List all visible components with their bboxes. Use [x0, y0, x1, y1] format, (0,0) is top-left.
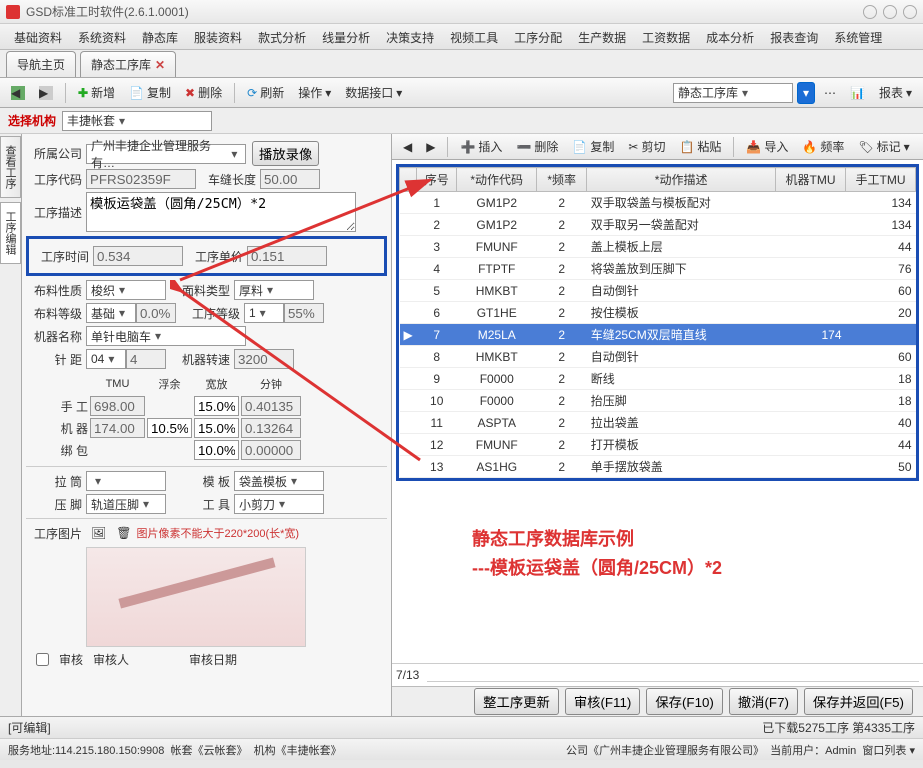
- nav-back-button[interactable]: ◀: [6, 83, 30, 103]
- r-nav-fwd[interactable]: ▶: [421, 137, 440, 157]
- table-row[interactable]: 10F00002抬压脚18: [400, 390, 916, 412]
- close-icon[interactable]: ✕: [155, 58, 165, 72]
- freq-button[interactable]: 🔥频率: [797, 135, 849, 158]
- table-row[interactable]: ▶7M25LA2车缝25CM双层暗直线174: [400, 324, 916, 346]
- menu-系统管理[interactable]: 系统管理: [826, 24, 890, 49]
- update-all-button[interactable]: 整工序更新: [474, 688, 559, 715]
- grid-opts-button[interactable]: ⋯: [819, 83, 841, 103]
- foot-combo[interactable]: 轨道压脚▾: [86, 494, 166, 514]
- table-row[interactable]: 2GM1P22双手取另一袋盖配对134: [400, 214, 916, 236]
- table-row[interactable]: 11ASPTA2拉出袋盖40: [400, 412, 916, 434]
- clear-image-button[interactable]: 🗑: [111, 523, 136, 543]
- audit-checkbox[interactable]: [36, 653, 49, 666]
- company-combo[interactable]: 广州丰捷企业管理服务有…▾: [86, 144, 246, 164]
- cancel-button[interactable]: 撤消(F7): [729, 688, 798, 715]
- machine-combo[interactable]: 单针电脑车▾: [86, 326, 246, 346]
- menu-视频工具[interactable]: 视频工具: [442, 24, 506, 49]
- menu-线量分析[interactable]: 线量分析: [314, 24, 378, 49]
- mark-button[interactable]: 🏷标记 ▾: [853, 135, 914, 158]
- copy-button[interactable]: 📄复制: [124, 81, 176, 104]
- org-combo[interactable]: 丰捷帐套▾: [62, 111, 212, 131]
- table-row[interactable]: 5HMKBT2自动倒针60: [400, 280, 916, 302]
- menu-成本分析[interactable]: 成本分析: [698, 24, 762, 49]
- template-combo[interactable]: 袋盖模板▾: [234, 471, 324, 491]
- proc-level-combo[interactable]: 1▾: [244, 303, 284, 323]
- audit-button[interactable]: 审核(F11): [565, 688, 641, 715]
- maximize-button[interactable]: [883, 5, 897, 19]
- r-copy-button[interactable]: 📄复制: [567, 135, 619, 158]
- paste-button[interactable]: 📋粘贴: [674, 135, 726, 158]
- tmu-table: TMU浮余宽放分钟 手 工 机 器 绑 包: [26, 372, 303, 462]
- time-input: [93, 246, 183, 266]
- save-return-button[interactable]: 保存并返回(F5): [804, 688, 913, 715]
- menu-服装资料[interactable]: 服装资料: [186, 24, 250, 49]
- table-row[interactable]: 3FMUNF2盖上模板上层44: [400, 236, 916, 258]
- close-button[interactable]: [903, 5, 917, 19]
- table-row[interactable]: 9F00002断线18: [400, 368, 916, 390]
- annotation: 静态工序数据库示例 ---模板运袋盖（圆角/25CM）*2: [392, 485, 923, 583]
- cut-button[interactable]: ✂剪切: [623, 135, 670, 158]
- table-row[interactable]: 12FMUNF2打开模板44: [400, 434, 916, 456]
- edit-status: [可编辑]: [8, 719, 51, 736]
- chart-button[interactable]: 📊: [845, 83, 870, 103]
- drum-combo[interactable]: ▾: [86, 471, 166, 491]
- delete-button[interactable]: ✖删除: [180, 81, 227, 104]
- tool-combo[interactable]: 小剪刀▾: [234, 494, 324, 514]
- facetype-combo[interactable]: 厚料▾: [234, 280, 314, 300]
- menu-款式分析[interactable]: 款式分析: [250, 24, 314, 49]
- menu-基础资料[interactable]: 基础资料: [6, 24, 70, 49]
- sidetab-edit[interactable]: 工序编辑: [0, 202, 21, 264]
- r-delete-button[interactable]: ➖删除: [511, 135, 563, 158]
- play-record-button[interactable]: 播放录像: [252, 141, 319, 166]
- import-button[interactable]: 📥导入: [741, 135, 793, 158]
- menu-工资数据[interactable]: 工资数据: [634, 24, 698, 49]
- code-input: [86, 169, 196, 189]
- download-status: 已下载5275工序 第4335工序: [762, 719, 915, 736]
- seam-length-input: [260, 169, 320, 189]
- insert-button[interactable]: ➕插入: [455, 135, 507, 158]
- level-combo[interactable]: 基础▾: [86, 303, 136, 323]
- sidetab-view[interactable]: 查看工序: [0, 136, 21, 198]
- page-indicator: 7/13: [396, 668, 419, 682]
- table-row[interactable]: 4FTPTF2将袋盖放到压脚下76: [400, 258, 916, 280]
- action-grid[interactable]: 序号 *动作代码 *频率 *动作描述 机器TMU 手工TMU 1GM1P22双手…: [399, 167, 916, 478]
- nav-fwd-button[interactable]: ▶: [34, 83, 58, 103]
- search-button[interactable]: ▾: [797, 82, 815, 104]
- table-row[interactable]: 8HMKBT2自动倒针60: [400, 346, 916, 368]
- menu-系统资料[interactable]: 系统资料: [70, 24, 134, 49]
- tab-static-lib[interactable]: 静态工序库✕: [80, 51, 176, 77]
- price-input: [247, 246, 327, 266]
- menu-报表查询[interactable]: 报表查询: [762, 24, 826, 49]
- operation-menu[interactable]: 操作 ▾: [293, 81, 336, 104]
- lib-combo[interactable]: 静态工序库▾: [673, 83, 793, 103]
- table-row[interactable]: 6GT1HE2按住模板20: [400, 302, 916, 324]
- menu-生产数据[interactable]: 生产数据: [570, 24, 634, 49]
- process-image: [86, 547, 306, 647]
- tab-nav-home[interactable]: 导航主页: [6, 51, 76, 77]
- desc-input[interactable]: [86, 192, 356, 232]
- menu-决策支持[interactable]: 决策支持: [378, 24, 442, 49]
- table-row[interactable]: 13AS1HG2单手摆放袋盖50: [400, 456, 916, 478]
- table-row[interactable]: 1GM1P22双手取袋盖与模板配对134: [400, 192, 916, 214]
- minimize-button[interactable]: [863, 5, 877, 19]
- report-menu[interactable]: 报表 ▾: [874, 81, 917, 104]
- window-title: GSD标准工时软件(2.6.1.0001): [26, 3, 863, 20]
- menu-工序分配[interactable]: 工序分配: [506, 24, 570, 49]
- refresh-button[interactable]: ⟳刷新: [242, 81, 289, 104]
- fabric-combo[interactable]: 梭织▾: [86, 280, 166, 300]
- needle-combo[interactable]: 04▾: [86, 349, 126, 369]
- add-image-button[interactable]: 🖼: [86, 523, 111, 543]
- menu-静态库[interactable]: 静态库: [134, 24, 186, 49]
- new-button[interactable]: ✚新增: [73, 81, 120, 104]
- window-list-menu[interactable]: 窗口列表 ▾: [862, 742, 915, 758]
- save-button[interactable]: 保存(F10): [646, 688, 723, 715]
- data-api-menu[interactable]: 数据接口 ▾: [340, 81, 407, 104]
- app-icon: [6, 5, 20, 19]
- select-org-label: 选择机构: [8, 112, 56, 129]
- r-nav-back[interactable]: ◀: [398, 137, 417, 157]
